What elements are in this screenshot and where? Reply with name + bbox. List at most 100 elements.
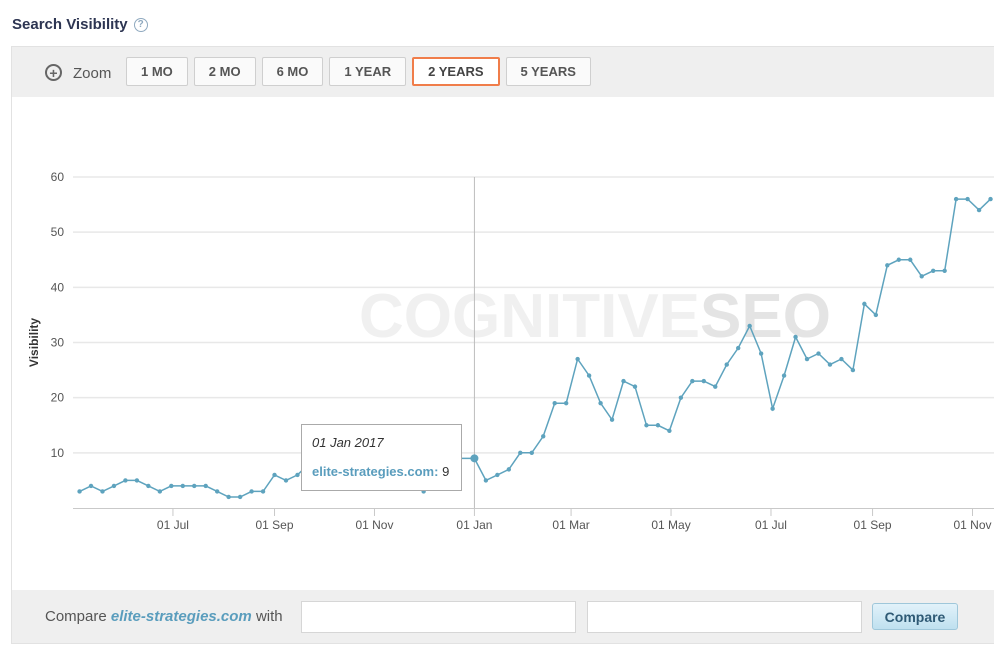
y-tick-label: 10 [51, 446, 65, 460]
zoom-button-2-years[interactable]: 2 YEARS [412, 57, 500, 86]
y-tick-label: 20 [51, 391, 65, 405]
data-point [249, 489, 254, 494]
data-point [483, 478, 489, 483]
x-tick-label: 01 Sep [256, 518, 294, 532]
data-point [816, 351, 821, 356]
zoom-toolbar: + Zoom 1 MO 2 MO 6 MO 1 YEAR 2 YEARS 5 YEARS [12, 47, 994, 97]
data-point [180, 483, 185, 489]
chart-panel: + Zoom 1 MO 2 MO 6 MO 1 YEAR 2 YEARS 5 YEARS … [11, 46, 994, 644]
data-point [226, 494, 231, 500]
zoom-button-6-mo[interactable]: 6 MO [261, 57, 324, 86]
zoom-button-1-mo[interactable]: 1 MO [126, 57, 188, 86]
x-tick-label: 01 Jul [755, 518, 787, 532]
data-point [575, 356, 580, 362]
data-point [885, 263, 890, 268]
compare-site: elite-strategies.com [110, 608, 252, 625]
data-point [529, 450, 534, 456]
compare-prefix: Compare [45, 608, 107, 625]
data-point [552, 400, 557, 406]
data-point [655, 423, 661, 428]
data-point [827, 362, 833, 367]
data-point [781, 373, 787, 378]
data-point [930, 268, 936, 273]
data-point [965, 196, 970, 202]
data-point [724, 362, 729, 367]
data-point [100, 489, 105, 494]
help-icon[interactable]: ? [133, 17, 148, 32]
y-tick-label: 40 [51, 280, 65, 294]
zoom-button-1-year[interactable]: 1 YEAR [329, 57, 407, 86]
compare-text: Compare elite-strategies.com with [45, 608, 283, 625]
zoom-label: Zoom [73, 65, 112, 82]
data-point [260, 489, 266, 494]
data-point [192, 483, 197, 489]
page-title: Search Visibility [12, 16, 128, 33]
compare-suffix: with [255, 608, 283, 625]
data-point [621, 378, 626, 384]
data-point [495, 472, 500, 478]
data-point [598, 400, 603, 406]
y-tick-label: 30 [51, 336, 65, 350]
data-point [793, 334, 798, 340]
data-point [873, 312, 879, 318]
data-point [804, 356, 810, 362]
x-tick-label: 01 Nov [355, 518, 393, 532]
data-point [518, 450, 523, 456]
tooltip-date: 01 Jan 2017 [312, 435, 384, 450]
tooltip-value: 9 [442, 464, 450, 479]
data-point [919, 274, 924, 279]
data-point [214, 489, 220, 494]
section-header: Search Visibility ? [12, 16, 148, 33]
zoom-icon: + [45, 64, 62, 81]
data-point [908, 257, 913, 262]
data-point [295, 472, 300, 478]
x-tick-label: 01 Mar [552, 518, 589, 532]
data-point [976, 207, 982, 213]
zoom-button-2-mo[interactable]: 2 MO [193, 57, 256, 86]
zoom-button-5-years[interactable]: 5 YEARS [505, 57, 591, 86]
x-tick-label: 01 Sep [854, 518, 892, 532]
watermark-logo: COGNITIVESEO [359, 282, 831, 351]
data-point [988, 196, 993, 202]
data-point [272, 472, 277, 478]
data-point [283, 478, 289, 483]
data-point [667, 428, 672, 433]
data-point [690, 378, 695, 384]
visibility-chart: COGNITIVESEO 10 20 30 40 50 60 Visibility 01 Jul… [27, 170, 994, 532]
data-point [541, 434, 546, 439]
data-point [953, 196, 959, 202]
data-point [644, 423, 649, 428]
data-point [862, 301, 867, 307]
data-point [77, 489, 82, 494]
data-point [506, 467, 512, 472]
x-tick-label: 01 Nov [953, 518, 991, 532]
data-point [123, 478, 128, 483]
y-tick-label: 60 [51, 170, 65, 184]
data-point [942, 268, 947, 273]
data-point [88, 483, 94, 489]
chart-area: COGNITIVESEO 10 20 30 40 50 60 Visibility 01 Jul… [12, 97, 994, 591]
highlighted-point [470, 454, 479, 463]
x-tick-label: 01 Jan [456, 518, 492, 532]
data-point [609, 417, 615, 422]
data-point [850, 367, 856, 373]
data-point [237, 494, 243, 500]
compare-input-1[interactable] [301, 601, 576, 633]
data-point [157, 489, 163, 494]
data-point [632, 384, 638, 389]
data-point [713, 384, 718, 389]
compare-button[interactable]: Compare [872, 603, 958, 630]
compare-input-2[interactable] [587, 601, 862, 633]
data-point [169, 483, 174, 489]
y-axis-title: Visibility [27, 318, 41, 367]
data-point [701, 378, 707, 384]
data-point [747, 323, 752, 329]
data-point [678, 395, 684, 400]
x-tick-label: 01 May [651, 518, 690, 532]
data-point [111, 483, 117, 489]
tooltip-site: elite-strategies.com: [312, 464, 439, 479]
data-point [203, 483, 208, 489]
data-point [146, 483, 151, 489]
data-point [736, 345, 741, 351]
chart-tooltip: 01 Jan 2017 elite-strategies.com: 9 [301, 424, 462, 491]
